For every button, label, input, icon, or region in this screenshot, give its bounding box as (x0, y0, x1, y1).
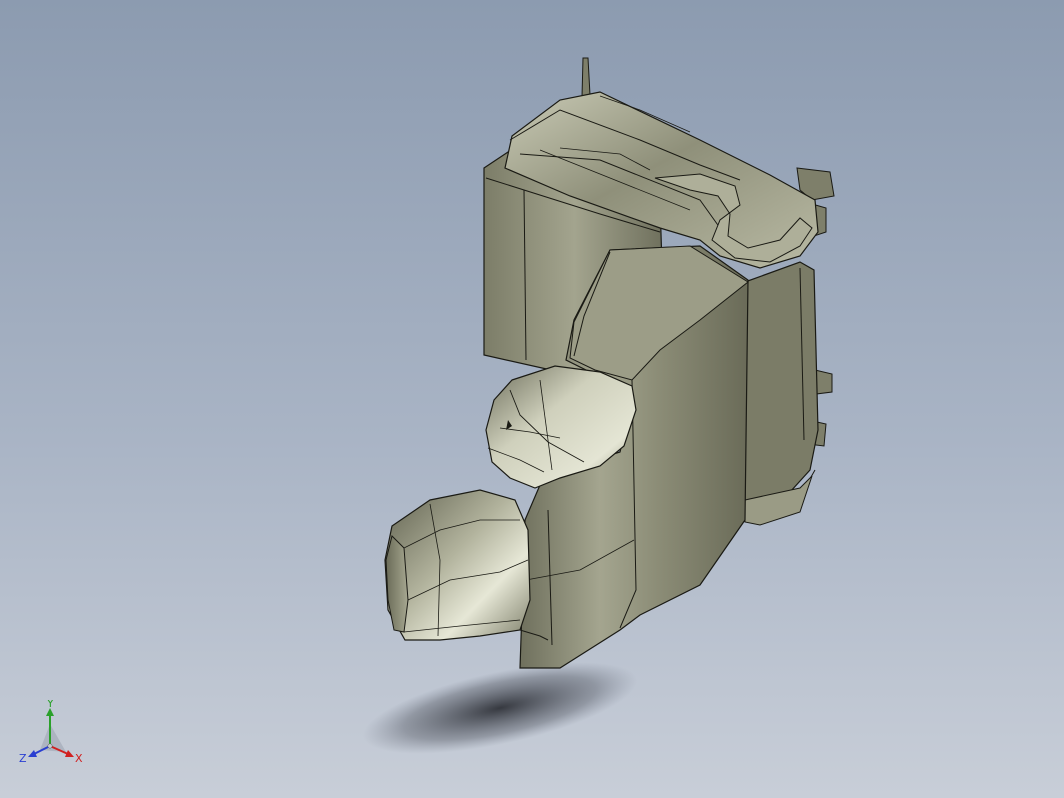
cad-viewport[interactable]: Y X Z (0, 0, 1064, 798)
3d-model-view[interactable] (0, 0, 1064, 798)
coordinate-triad: Y X Z (19, 700, 83, 765)
nozzle (384, 489, 531, 641)
y-axis-label: Y (46, 700, 54, 710)
z-axis-label: Z (19, 752, 27, 765)
x-axis-label: X (75, 752, 83, 765)
model-shadow (362, 662, 638, 754)
